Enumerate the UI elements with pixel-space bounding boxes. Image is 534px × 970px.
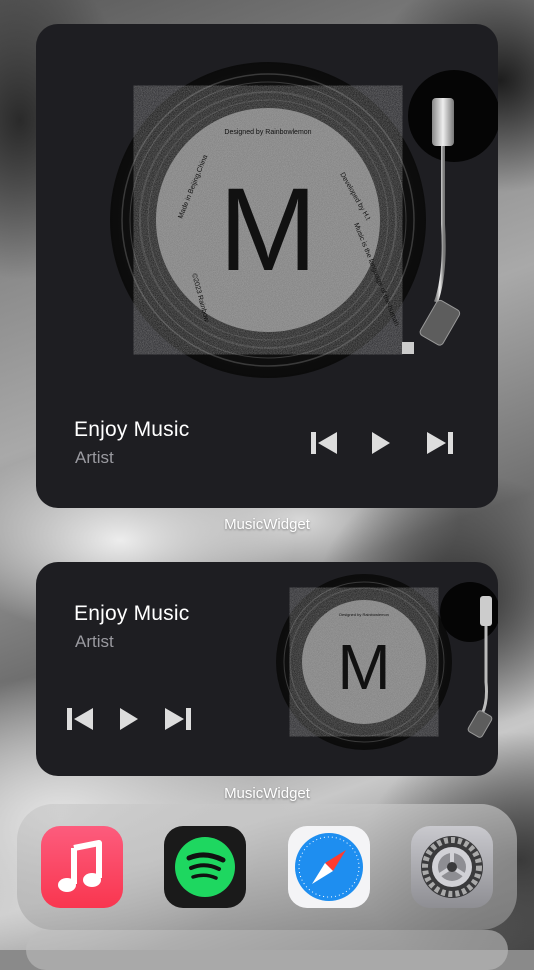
artist-name: Artist: [75, 448, 114, 467]
widget-label-large: MusicWidget: [224, 516, 310, 533]
music-app-icon[interactable]: [41, 826, 123, 908]
widget-label-medium: MusicWidget: [224, 785, 310, 802]
next-icon[interactable]: [424, 428, 456, 458]
next-icon[interactable]: [162, 704, 194, 734]
vinyl-record: M Designed by Rainbowlemon: [276, 574, 452, 750]
track-title: Enjoy Music: [74, 418, 190, 441]
previous-icon[interactable]: [309, 428, 341, 458]
settings-app-icon[interactable]: [411, 826, 493, 908]
svg-text:Designed by Rainbowlemon: Designed by Rainbowlemon: [224, 129, 311, 136]
safari-app-icon[interactable]: [288, 826, 370, 908]
dock-page-indicator-area: [26, 930, 508, 970]
record-monogram: M: [337, 631, 390, 703]
artist-name: Artist: [75, 632, 114, 651]
music-widget-large[interactable]: M Designed by Rainbowlemon Developed by …: [36, 24, 498, 508]
previous-icon[interactable]: [65, 704, 97, 734]
play-icon[interactable]: [116, 704, 142, 734]
vinyl-record: M Designed by Rainbowlemon Developed by …: [110, 62, 426, 378]
spotify-app-icon[interactable]: [164, 826, 246, 908]
track-title: Enjoy Music: [74, 602, 190, 625]
music-widget-medium[interactable]: Enjoy Music Artist M Designed by Rainbow…: [36, 562, 498, 776]
play-icon[interactable]: [368, 428, 394, 458]
turntable-graphic: M Designed by Rainbowlemon: [276, 574, 498, 750]
svg-text:Designed by Rainbowlemon: Designed by Rainbowlemon: [339, 612, 389, 617]
record-monogram: M: [219, 164, 317, 296]
